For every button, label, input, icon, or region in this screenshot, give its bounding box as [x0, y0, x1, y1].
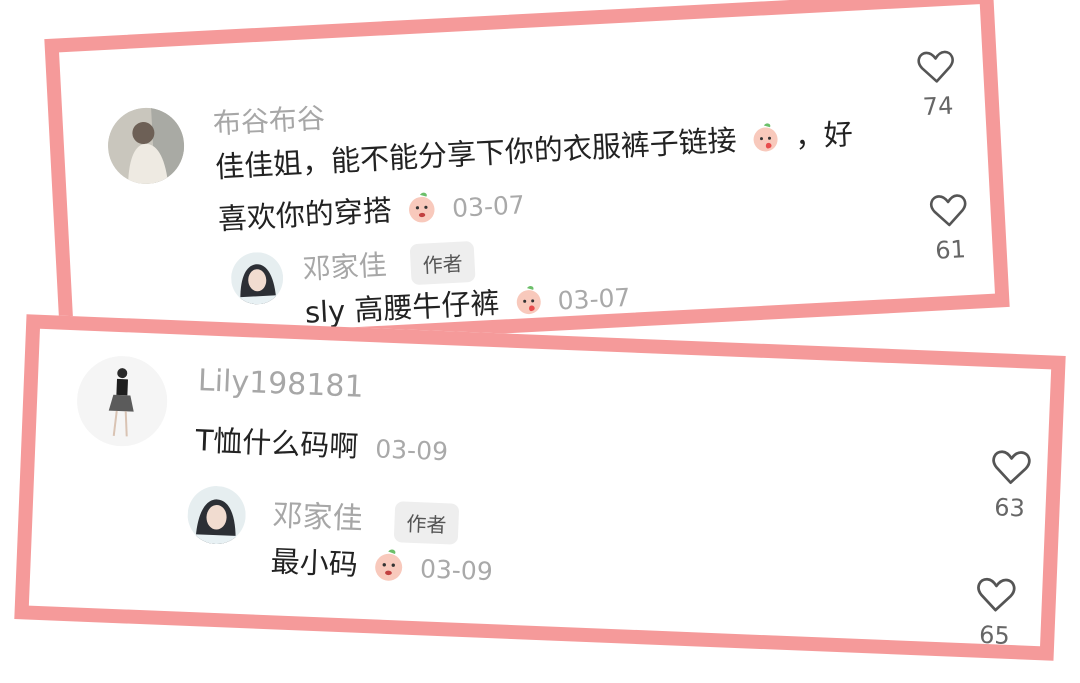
like-count: 74	[922, 91, 955, 122]
comment-date: 03-07	[451, 190, 526, 223]
author-badge: 作者	[409, 240, 476, 286]
comment-text-line: T恤什么码啊 03-09	[195, 417, 449, 469]
reply-date: 03-07	[556, 282, 632, 316]
like-button[interactable]: 61	[918, 192, 982, 265]
comment-username[interactable]: 布谷布谷	[212, 97, 326, 143]
avatar-lily[interactable]	[75, 354, 169, 448]
reply-username[interactable]: 邓家佳	[302, 244, 388, 288]
comment-text-end: ，好	[794, 116, 854, 154]
heart-outline-icon	[977, 577, 1016, 612]
heart-outline-icon	[929, 194, 967, 227]
avatar-author[interactable]	[186, 484, 247, 546]
reply-username[interactable]: 邓家佳	[272, 490, 364, 538]
reply-date: 03-09	[419, 554, 494, 587]
comment-date: 03-09	[374, 434, 449, 467]
comment-text-line-2: 喜欢你的穿搭 03-07	[217, 180, 526, 242]
comment-text-2: 喜欢你的穿搭	[217, 193, 393, 237]
reply-text: sly 高腰牛仔裤	[304, 285, 501, 330]
comment-card-1: 布谷布谷 佳佳姐，能不能分享下你的衣服裤子链接 ，好 喜欢你的穿搭 03-07 …	[44, 0, 1010, 357]
peach-emoji-icon	[370, 546, 408, 590]
like-button[interactable]: 65	[964, 576, 1027, 650]
like-count: 63	[993, 493, 1026, 523]
heart-outline-icon	[992, 450, 1031, 484]
comment-username[interactable]: Lily198181	[197, 363, 364, 405]
like-button[interactable]: 63	[979, 449, 1042, 523]
peach-emoji-icon	[404, 189, 440, 232]
heart-outline-icon	[917, 50, 954, 83]
comment-card-2: Lily198181 T恤什么码啊 03-09 63 邓家佳 作者 最小码 03…	[14, 314, 1066, 661]
avatar-bugu[interactable]	[106, 105, 186, 186]
avatar-author[interactable]	[229, 250, 285, 306]
comment-text: T恤什么码啊	[194, 423, 359, 464]
author-badge: 作者	[393, 501, 460, 545]
reply-text: 最小码	[270, 544, 359, 582]
peach-emoji-icon	[512, 283, 546, 324]
like-count: 61	[934, 235, 967, 265]
reply-text-line: 最小码 03-09	[270, 538, 494, 593]
like-button[interactable]: 74	[905, 49, 969, 122]
peach-emoji-icon	[749, 120, 783, 161]
like-count: 65	[978, 620, 1011, 650]
